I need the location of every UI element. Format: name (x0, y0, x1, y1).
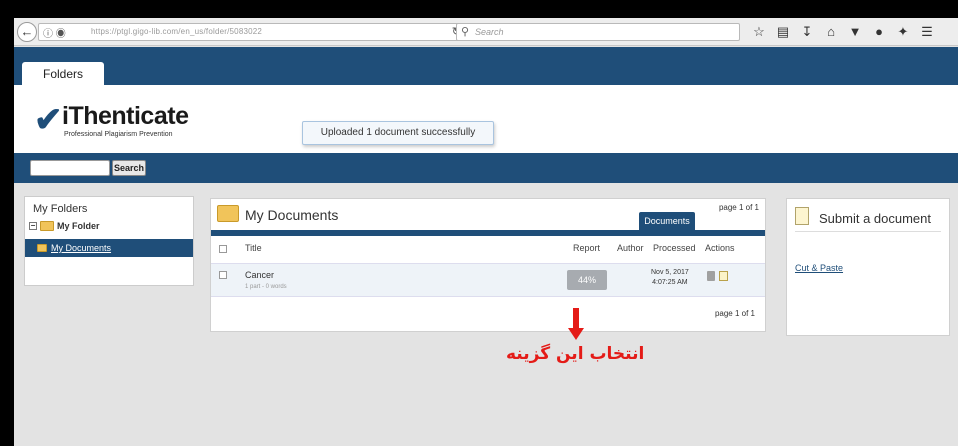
processed-time: 4:07:25 AM (652, 279, 688, 286)
checkmark-logo-icon: ✔ (34, 101, 63, 139)
logo-name: iThenticate (62, 102, 189, 130)
column-header-actions: Actions (705, 243, 735, 253)
back-arrow-icon[interactable]: ← (17, 22, 37, 42)
pagination-bottom: page 1 of 1 (714, 309, 755, 318)
folder-icon (217, 205, 239, 222)
column-header-title[interactable]: Title (245, 243, 262, 253)
url-text: https://ptgl.gigo-lib.com/en_us/folder/5… (91, 27, 263, 36)
download-icon[interactable]: ↧ (800, 23, 814, 41)
sidebar-folder-label: My Folder (57, 221, 100, 231)
home-icon[interactable]: ⌂ (824, 23, 838, 41)
upload-success-toast: Uploaded 1 document successfully (302, 121, 494, 145)
select-all-checkbox[interactable] (219, 245, 227, 253)
extension-icon[interactable]: ● (872, 23, 886, 41)
browser-toolbar: ← ⓘ ◉ https://ptgl.gigo-lib.com/en_us/fo… (14, 18, 958, 46)
submit-title: Submit a document (819, 211, 932, 226)
pagination-top: page 1 of 1 (718, 203, 759, 212)
sidebar-title: My Folders (33, 203, 88, 215)
address-bar[interactable]: ⓘ ◉ https://ptgl.gigo-lib.com/en_us/fold… (38, 23, 466, 41)
folders-sidebar: My Folders − My Folder My Documents (24, 196, 194, 286)
processed-date: Nov 5, 2017 (651, 269, 689, 276)
collapse-icon[interactable]: − (29, 222, 37, 230)
tab-underline (211, 230, 765, 236)
document-subtitle: 1 part - 0 words (245, 284, 287, 290)
similarity-report-button[interactable]: 44% (567, 270, 607, 290)
site-search-input[interactable] (30, 160, 110, 176)
header-strip (14, 47, 958, 85)
search-placeholder: Search (475, 27, 504, 37)
tab-documents[interactable]: Documents (639, 212, 695, 230)
folder-open-icon (37, 244, 47, 252)
browser-toolbar-icons: ☆ ▤ ↧ ⌂ ▼ ● ✦ ☰ (752, 23, 934, 41)
document-add-icon (795, 207, 809, 225)
pocket-icon[interactable]: ▼ (848, 23, 862, 41)
logo-area: ✔ iThenticate Professional Plagiarism Pr… (14, 85, 958, 153)
annotation-text: انتخاب این گزینه (506, 344, 645, 364)
column-header-report[interactable]: Report (573, 243, 600, 253)
star-icon[interactable]: ☆ (752, 23, 766, 41)
red-down-arrow-icon (568, 308, 584, 344)
nav-bar: Search (14, 153, 958, 183)
tab-folders[interactable]: Folders (22, 62, 104, 86)
column-header-author[interactable]: Author (617, 243, 644, 253)
cut-paste-link[interactable]: Cut & Paste (795, 263, 843, 273)
sidebar-item-my-folder[interactable]: − My Folder (29, 221, 100, 231)
screenshot-frame: ← ⓘ ◉ https://ptgl.gigo-lib.com/en_us/fo… (14, 18, 958, 446)
puzzle-icon[interactable]: ✦ (896, 23, 910, 41)
edit-icon[interactable] (719, 271, 728, 281)
documents-panel: My Documents page 1 of 1 Documents Title… (210, 198, 766, 332)
menu-icon[interactable]: ☰ (920, 23, 934, 41)
trash-icon[interactable] (707, 271, 715, 281)
site-info-icon[interactable]: ⓘ ◉ (43, 25, 66, 40)
column-header-processed[interactable]: Processed (653, 243, 696, 253)
row-checkbox[interactable] (219, 271, 227, 279)
reading-list-icon[interactable]: ▤ (776, 23, 790, 41)
row-actions (707, 271, 728, 281)
search-icon: ⚲ (461, 26, 470, 38)
document-title[interactable]: Cancer (245, 270, 274, 280)
page-title: My Documents (245, 207, 339, 223)
sidebar-item-my-documents[interactable]: My Documents (25, 239, 193, 257)
table-row[interactable]: Cancer 1 part - 0 words 44% Nov 5, 2017 … (211, 263, 765, 297)
processed-date-cell: Nov 5, 2017 4:07:25 AM (651, 268, 689, 288)
submit-panel: Submit a document Cut & Paste (786, 198, 950, 336)
site-search-button[interactable]: Search (112, 160, 146, 176)
folder-icon (40, 221, 54, 231)
sidebar-active-label[interactable]: My Documents (51, 243, 111, 253)
divider (795, 231, 941, 232)
browser-search-input[interactable]: ⚲ Search (456, 23, 740, 41)
logo-tagline: Professional Plagiarism Prevention (64, 131, 173, 138)
